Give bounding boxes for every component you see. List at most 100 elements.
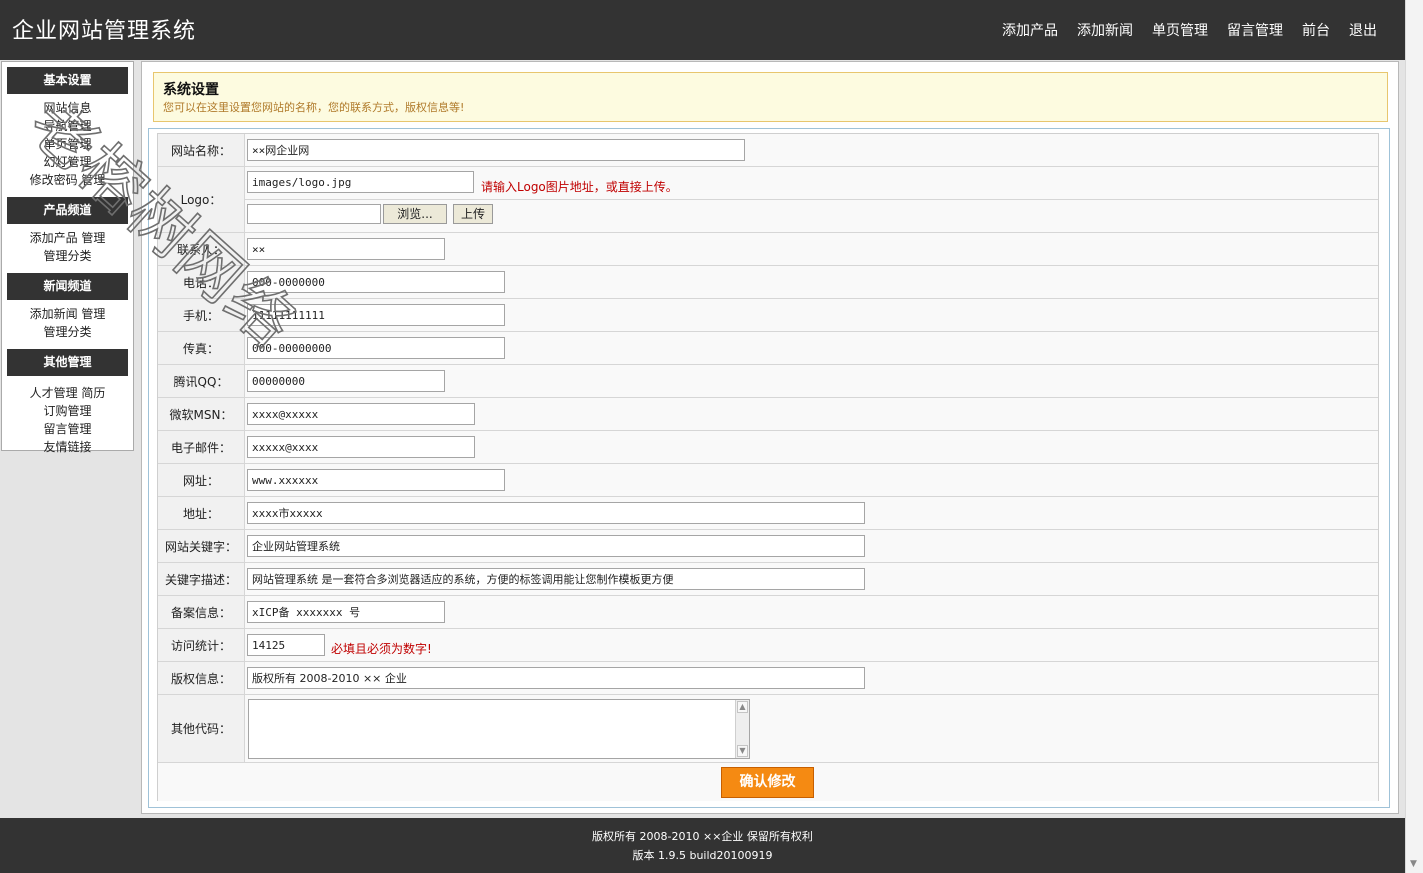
sidebar-item-change-password[interactable]: 修改密码 <box>30 173 78 187</box>
row-mobile: 手机： <box>158 299 1378 332</box>
sidebar-item-add-news[interactable]: 添加新闻 <box>30 307 78 321</box>
sidebar-item-product-categories[interactable]: 管理分类 <box>43 249 91 263</box>
sidebar-links-products: 添加产品 管理 管理分类 <box>2 224 133 268</box>
sidebar-links-news: 添加新闻 管理 管理分类 <box>2 300 133 344</box>
visits-hint: 必填且必须为数字! <box>331 642 432 656</box>
scroll-down-icon[interactable]: ▼ <box>737 745 748 757</box>
textarea-scrollbar[interactable]: ▲ ▼ <box>735 700 749 758</box>
qq-input[interactable] <box>247 370 445 392</box>
phone-input[interactable] <box>247 271 505 293</box>
confirm-button[interactable]: 确认修改 <box>721 767 814 798</box>
sidebar-item-messages[interactable]: 留言管理 <box>43 422 91 436</box>
description-input[interactable] <box>247 568 865 590</box>
settings-form: 网站名称： Logo： 请输入Logo图片地址，或直接上传。 浏览... 上传 <box>157 133 1379 801</box>
copyright-label: 版权信息： <box>158 662 245 694</box>
row-copyright: 版权信息： <box>158 662 1378 695</box>
sidebar-item-navigation[interactable]: 导航管理 <box>43 119 91 133</box>
mobile-input[interactable] <box>247 304 505 326</box>
sidebar-item-slides[interactable]: 幻灯管理 <box>43 155 91 169</box>
fax-input[interactable] <box>247 337 505 359</box>
contact-label: 联系人： <box>158 233 245 265</box>
row-visits: 访问统计： 必填且必须为数字! <box>158 629 1378 662</box>
browse-button[interactable]: 浏览... <box>383 204 447 224</box>
row-icp: 备案信息： <box>158 596 1378 629</box>
page: 企业网站管理系统 添加产品 添加新闻 单页管理 留言管理 前台 退出 基本设置 … <box>0 0 1405 873</box>
page-scrollbar[interactable]: ▼ <box>1405 0 1423 873</box>
nav-add-news[interactable]: 添加新闻 <box>1077 20 1133 40</box>
sidebar-item-news-categories[interactable]: 管理分类 <box>43 325 91 339</box>
row-site-name: 网站名称： <box>158 134 1378 167</box>
settings-notice: 系统设置 您可以在这里设置您网站的名称，您的联系方式，版权信息等! <box>153 72 1388 122</box>
other-code-label: 其他代码： <box>158 695 245 762</box>
sidebar-item-manage-news[interactable]: 管理 <box>81 307 105 321</box>
top-nav: 添加产品 添加新闻 单页管理 留言管理 前台 退出 <box>1002 20 1377 40</box>
row-other-code: 其他代码： ▲ ▼ <box>158 695 1378 763</box>
sidebar-item-admins[interactable]: 管理 <box>81 173 105 187</box>
row-email: 电子邮件： <box>158 431 1378 464</box>
phone-label: 电话： <box>158 266 245 298</box>
sidebar-section-news: 新闻频道 <box>7 273 128 300</box>
other-code-textarea[interactable] <box>248 699 750 759</box>
logo-label: Logo： <box>158 167 245 232</box>
nav-frontend[interactable]: 前台 <box>1302 20 1330 40</box>
icp-input[interactable] <box>247 601 445 623</box>
visits-input[interactable] <box>247 634 325 656</box>
nav-logout[interactable]: 退出 <box>1349 20 1377 40</box>
url-label: 网址： <box>158 464 245 496</box>
msn-input[interactable] <box>247 403 475 425</box>
sidebar-section-other: 其他管理 <box>7 349 128 376</box>
footer-version: 版本 1.9.5 build20100919 <box>632 849 773 862</box>
qq-label: 腾讯QQ： <box>158 365 245 397</box>
nav-page-management[interactable]: 单页管理 <box>1152 20 1208 40</box>
url-input[interactable] <box>247 469 505 491</box>
row-logo: Logo： 请输入Logo图片地址，或直接上传。 浏览... 上传 <box>158 167 1378 233</box>
sidebar-item-manage-products[interactable]: 管理 <box>81 231 105 245</box>
sidebar-section-basic-settings: 基本设置 <box>7 67 128 94</box>
copyright-input[interactable] <box>247 667 865 689</box>
email-input[interactable] <box>247 436 475 458</box>
fax-label: 传真： <box>158 332 245 364</box>
sidebar-item-orders[interactable]: 订购管理 <box>43 404 91 418</box>
row-msn: 微软MSN： <box>158 398 1378 431</box>
row-qq: 腾讯QQ： <box>158 365 1378 398</box>
row-submit: 确认修改 <box>158 763 1378 801</box>
sidebar-item-resumes[interactable]: 简历 <box>81 386 105 400</box>
scroll-up-icon[interactable]: ▲ <box>737 701 748 713</box>
logo-file-input[interactable] <box>247 204 381 224</box>
sidebar-links-basic: 网站信息 导航管理 单页管理 幻灯管理 修改密码 管理 <box>2 94 133 192</box>
logo-path-input[interactable] <box>247 171 474 193</box>
sidebar-item-site-info[interactable]: 网站信息 <box>43 101 91 115</box>
logo-hint: 请输入Logo图片地址，或直接上传。 <box>481 180 678 194</box>
sidebar-item-add-product[interactable]: 添加产品 <box>30 231 78 245</box>
app-title: 企业网站管理系统 <box>12 19 197 44</box>
upload-button[interactable]: 上传 <box>453 204 493 224</box>
icp-label: 备案信息： <box>158 596 245 628</box>
nav-message-management[interactable]: 留言管理 <box>1227 20 1283 40</box>
row-url: 网址： <box>158 464 1378 497</box>
sidebar-item-single-pages[interactable]: 单页管理 <box>43 137 91 151</box>
scroll-down-icon[interactable]: ▼ <box>1410 859 1417 869</box>
msn-label: 微软MSN： <box>158 398 245 430</box>
visits-label: 访问统计： <box>158 629 245 661</box>
row-address: 地址： <box>158 497 1378 530</box>
sidebar-links-other: 人才管理 简历 订购管理 留言管理 友情链接 <box>2 376 133 459</box>
site-name-input[interactable] <box>247 139 745 161</box>
footer-copyright: 版权所有 2008-2010 ××企业 保留所有权利 <box>592 830 813 843</box>
keywords-input[interactable] <box>247 535 865 557</box>
contact-input[interactable] <box>247 238 445 260</box>
row-description: 关键字描述： <box>158 563 1378 596</box>
main-panel: 系统设置 您可以在这里设置您网站的名称，您的联系方式，版权信息等! 网站名称： … <box>141 61 1399 814</box>
description-label: 关键字描述： <box>158 563 245 595</box>
sidebar-item-talent[interactable]: 人才管理 <box>30 386 78 400</box>
row-contact: 联系人： <box>158 233 1378 266</box>
email-label: 电子邮件： <box>158 431 245 463</box>
row-fax: 传真： <box>158 332 1378 365</box>
row-phone: 电话： <box>158 266 1378 299</box>
keywords-label: 网站关键字： <box>158 530 245 562</box>
address-label: 地址： <box>158 497 245 529</box>
nav-add-product[interactable]: 添加产品 <box>1002 20 1058 40</box>
sidebar: 基本设置 网站信息 导航管理 单页管理 幻灯管理 修改密码 管理 产品频道 添加… <box>1 61 134 454</box>
address-input[interactable] <box>247 502 865 524</box>
sidebar-item-friend-links[interactable]: 友情链接 <box>43 440 91 454</box>
settings-form-wrapper: 网站名称： Logo： 请输入Logo图片地址，或直接上传。 浏览... 上传 <box>148 128 1390 808</box>
